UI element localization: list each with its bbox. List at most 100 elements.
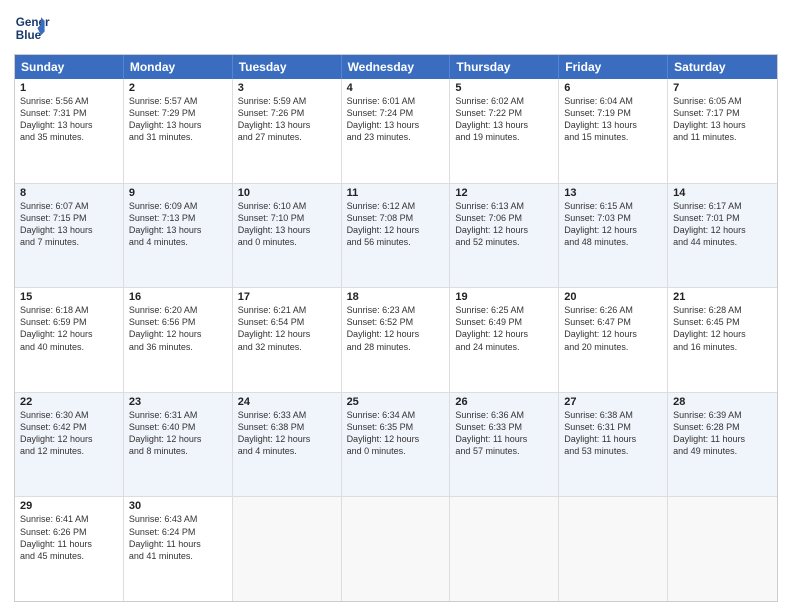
day-number: 30 xyxy=(129,500,227,512)
day-cell-10: 10Sunrise: 6:10 AMSunset: 7:10 PMDayligh… xyxy=(233,184,342,288)
cell-info-line: Daylight: 12 hours xyxy=(238,433,336,445)
cell-info-line: Sunset: 6:38 PM xyxy=(238,421,336,433)
day-cell-22: 22Sunrise: 6:30 AMSunset: 6:42 PMDayligh… xyxy=(15,393,124,497)
cell-info-line: Daylight: 12 hours xyxy=(129,328,227,340)
day-cell-3: 3Sunrise: 5:59 AMSunset: 7:26 PMDaylight… xyxy=(233,79,342,183)
cell-info-line: and 41 minutes. xyxy=(129,550,227,562)
page-header: General Blue xyxy=(14,10,778,46)
day-cell-18: 18Sunrise: 6:23 AMSunset: 6:52 PMDayligh… xyxy=(342,288,451,392)
cell-info-line: Sunrise: 6:23 AM xyxy=(347,304,445,316)
cell-info-line: Daylight: 11 hours xyxy=(455,433,553,445)
cell-info-line: Sunset: 7:10 PM xyxy=(238,212,336,224)
day-number: 8 xyxy=(20,187,118,199)
cell-info-line: Sunrise: 5:59 AM xyxy=(238,95,336,107)
day-number: 27 xyxy=(564,396,662,408)
cell-info-line: Sunrise: 6:31 AM xyxy=(129,409,227,421)
day-number: 5 xyxy=(455,82,553,94)
cell-info-line: and 0 minutes. xyxy=(347,445,445,457)
day-number: 11 xyxy=(347,187,445,199)
cell-info-line: Daylight: 12 hours xyxy=(347,433,445,445)
cell-info-line: and 53 minutes. xyxy=(564,445,662,457)
day-cell-27: 27Sunrise: 6:38 AMSunset: 6:31 PMDayligh… xyxy=(559,393,668,497)
day-number: 10 xyxy=(238,187,336,199)
header-day-friday: Friday xyxy=(559,55,668,79)
cell-info-line: Sunrise: 5:57 AM xyxy=(129,95,227,107)
day-cell-25: 25Sunrise: 6:34 AMSunset: 6:35 PMDayligh… xyxy=(342,393,451,497)
header-day-thursday: Thursday xyxy=(450,55,559,79)
cell-info-line: Sunset: 6:47 PM xyxy=(564,316,662,328)
cell-info-line: Sunset: 6:40 PM xyxy=(129,421,227,433)
cell-info-line: and 15 minutes. xyxy=(564,131,662,143)
cell-info-line: Sunset: 6:59 PM xyxy=(20,316,118,328)
cell-info-line: Sunset: 7:29 PM xyxy=(129,107,227,119)
day-number: 15 xyxy=(20,291,118,303)
header-day-saturday: Saturday xyxy=(668,55,777,79)
cell-info-line: and 31 minutes. xyxy=(129,131,227,143)
cell-info-line: and 8 minutes. xyxy=(129,445,227,457)
day-number: 20 xyxy=(564,291,662,303)
cell-info-line: Daylight: 13 hours xyxy=(20,119,118,131)
cell-info-line: Daylight: 12 hours xyxy=(238,328,336,340)
day-number: 6 xyxy=(564,82,662,94)
cell-info-line: Sunset: 6:24 PM xyxy=(129,526,227,538)
cell-info-line: Sunrise: 6:13 AM xyxy=(455,200,553,212)
day-cell-2: 2Sunrise: 5:57 AMSunset: 7:29 PMDaylight… xyxy=(124,79,233,183)
cell-info-line: Daylight: 13 hours xyxy=(238,224,336,236)
day-cell-7: 7Sunrise: 6:05 AMSunset: 7:17 PMDaylight… xyxy=(668,79,777,183)
cell-info-line: Sunrise: 6:43 AM xyxy=(129,513,227,525)
cell-info-line: Daylight: 13 hours xyxy=(129,119,227,131)
day-number: 22 xyxy=(20,396,118,408)
day-number: 16 xyxy=(129,291,227,303)
cell-info-line: and 49 minutes. xyxy=(673,445,772,457)
cell-info-line: Sunrise: 5:56 AM xyxy=(20,95,118,107)
cell-info-line: Daylight: 12 hours xyxy=(455,328,553,340)
cell-info-line: Sunset: 7:31 PM xyxy=(20,107,118,119)
cell-info-line: and 52 minutes. xyxy=(455,236,553,248)
cell-info-line: and 35 minutes. xyxy=(20,131,118,143)
cell-info-line: Daylight: 11 hours xyxy=(564,433,662,445)
cell-info-line: Sunset: 7:06 PM xyxy=(455,212,553,224)
calendar-header: SundayMondayTuesdayWednesdayThursdayFrid… xyxy=(15,55,777,79)
cell-info-line: Sunrise: 6:05 AM xyxy=(673,95,772,107)
cell-info-line: Sunset: 7:03 PM xyxy=(564,212,662,224)
cell-info-line: Daylight: 12 hours xyxy=(455,224,553,236)
day-cell-30: 30Sunrise: 6:43 AMSunset: 6:24 PMDayligh… xyxy=(124,497,233,601)
day-cell-24: 24Sunrise: 6:33 AMSunset: 6:38 PMDayligh… xyxy=(233,393,342,497)
day-number: 28 xyxy=(673,396,772,408)
cell-info-line: Sunrise: 6:26 AM xyxy=(564,304,662,316)
day-number: 1 xyxy=(20,82,118,94)
cell-info-line: Daylight: 12 hours xyxy=(347,328,445,340)
calendar-row-3: 15Sunrise: 6:18 AMSunset: 6:59 PMDayligh… xyxy=(15,287,777,392)
cell-info-line: Sunset: 7:15 PM xyxy=(20,212,118,224)
cell-info-line: Sunrise: 6:39 AM xyxy=(673,409,772,421)
cell-info-line: Sunset: 6:52 PM xyxy=(347,316,445,328)
cell-info-line: and 45 minutes. xyxy=(20,550,118,562)
day-number: 21 xyxy=(673,291,772,303)
cell-info-line: Sunset: 6:42 PM xyxy=(20,421,118,433)
cell-info-line: Sunrise: 6:15 AM xyxy=(564,200,662,212)
empty-cell xyxy=(233,497,342,601)
cell-info-line: and 40 minutes. xyxy=(20,341,118,353)
cell-info-line: Sunset: 6:45 PM xyxy=(673,316,772,328)
cell-info-line: Sunrise: 6:34 AM xyxy=(347,409,445,421)
cell-info-line: and 4 minutes. xyxy=(238,445,336,457)
cell-info-line: Sunrise: 6:04 AM xyxy=(564,95,662,107)
day-cell-13: 13Sunrise: 6:15 AMSunset: 7:03 PMDayligh… xyxy=(559,184,668,288)
day-number: 7 xyxy=(673,82,772,94)
day-cell-20: 20Sunrise: 6:26 AMSunset: 6:47 PMDayligh… xyxy=(559,288,668,392)
cell-info-line: Daylight: 12 hours xyxy=(20,328,118,340)
cell-info-line: Daylight: 13 hours xyxy=(238,119,336,131)
cell-info-line: and 23 minutes. xyxy=(347,131,445,143)
day-number: 17 xyxy=(238,291,336,303)
cell-info-line: and 11 minutes. xyxy=(673,131,772,143)
cell-info-line: and 57 minutes. xyxy=(455,445,553,457)
day-cell-6: 6Sunrise: 6:04 AMSunset: 7:19 PMDaylight… xyxy=(559,79,668,183)
cell-info-line: Sunset: 6:28 PM xyxy=(673,421,772,433)
cell-info-line: Sunrise: 6:28 AM xyxy=(673,304,772,316)
cell-info-line: Sunset: 7:08 PM xyxy=(347,212,445,224)
cell-info-line: Daylight: 12 hours xyxy=(564,224,662,236)
cell-info-line: Daylight: 12 hours xyxy=(20,433,118,445)
cell-info-line: Sunset: 7:19 PM xyxy=(564,107,662,119)
cell-info-line: Daylight: 13 hours xyxy=(455,119,553,131)
cell-info-line: Sunrise: 6:21 AM xyxy=(238,304,336,316)
